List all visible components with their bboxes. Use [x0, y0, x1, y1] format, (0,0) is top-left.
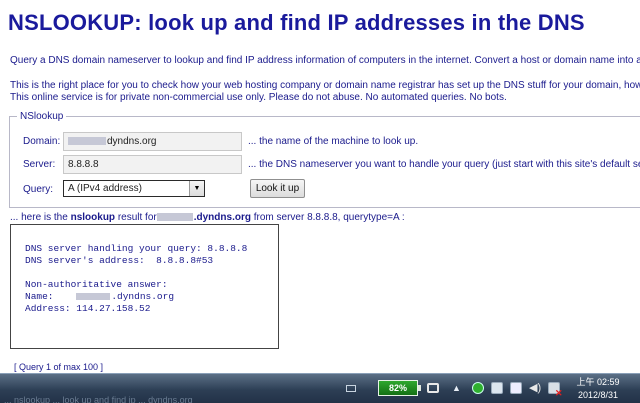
battery-icon[interactable]: 82%	[378, 380, 418, 396]
result-line-server: DNS server handling your query: 8.8.8.8	[25, 243, 248, 254]
domain-hint: ... the name of the machine to look up.	[248, 136, 419, 147]
redacted-hostname	[156, 213, 193, 222]
result-line-name: Name: .dyndns.org	[25, 291, 278, 303]
intro-text: Query a DNS domain nameserver to lookup …	[10, 55, 640, 66]
intro-note-2: This online service is for private non-c…	[10, 92, 507, 103]
result-name-label: Name:	[25, 291, 54, 302]
lookup-result-box: DNS server handling your query: 8.8.8.8 D…	[10, 224, 279, 349]
form-legend: NSlookup	[17, 111, 67, 122]
result-keyword: nslookup	[70, 212, 116, 223]
clock-date: 2012/8/31	[577, 390, 619, 400]
display-icon[interactable]	[491, 382, 503, 394]
power-plug-icon[interactable]	[427, 383, 439, 393]
taskbar-ghost-text: ... nslookup ... look up and find ip ...…	[4, 395, 193, 403]
query-count: [ Query 1 of max 100 ]	[14, 362, 104, 372]
result-line-nonauth: Non-authoritative answer:	[25, 279, 168, 290]
query-label: Query:	[23, 184, 54, 195]
domain-input-value: dyndns.org	[107, 136, 157, 147]
result-line-ip: Address: 114.27.158.52	[25, 303, 151, 314]
result-domain: .dyndns.org	[193, 212, 251, 223]
page-title: NSLOOKUP: look up and find IP addresses …	[8, 10, 585, 35]
result-line-address: DNS server's address: 8.8.8.8#53	[25, 255, 214, 266]
server-input[interactable]: 8.8.8.8	[63, 155, 242, 174]
result-name-domain: .dyndns.org	[111, 291, 175, 302]
intro-note-1: This is the right place for you to check…	[10, 80, 640, 91]
tray-grip-icon[interactable]	[346, 385, 356, 392]
query-type-select[interactable]: A (IPv4 address) ▼	[63, 180, 205, 197]
server-hint: ... the DNS nameserver you want to handl…	[248, 159, 640, 170]
show-hidden-icons-arrow[interactable]: ▲	[452, 383, 461, 393]
clock-time: 上午 02:59	[576, 377, 620, 387]
battery-tip	[418, 385, 421, 391]
domain-label: Domain:	[23, 136, 61, 147]
green-status-icon[interactable]	[472, 382, 484, 394]
action-center-flag-icon[interactable]	[510, 382, 522, 394]
redacted-hostname	[68, 137, 106, 146]
result-heading: ... here is the nslookup result for .dynd…	[10, 212, 405, 223]
server-input-value: 8.8.8.8	[68, 159, 99, 170]
speaker-icon[interactable]: ◀)	[529, 382, 541, 394]
chevron-down-icon[interactable]: ▼	[189, 181, 204, 196]
result-mid: result for	[117, 212, 157, 223]
query-type-value: A (IPv4 address)	[68, 183, 142, 194]
look-it-up-button[interactable]: Look it up	[250, 179, 305, 198]
server-label: Server:	[23, 159, 56, 170]
result-suffix: from server 8.8.8.8, querytype=A :	[253, 212, 405, 223]
redacted-hostname	[76, 292, 111, 300]
taskbar: ... nslookup ... look up and find ip ...…	[0, 373, 640, 403]
browser-page: NSLOOKUP: look up and find IP addresses …	[0, 0, 640, 373]
result-prefix: ... here is the	[10, 212, 68, 223]
intro-notes: This is the right place for you to check…	[10, 80, 640, 104]
system-clock[interactable]: 上午 02:59 2012/8/31	[568, 376, 628, 402]
network-error-icon: ✕	[555, 388, 563, 398]
domain-input[interactable]: dyndns.org	[63, 132, 242, 151]
